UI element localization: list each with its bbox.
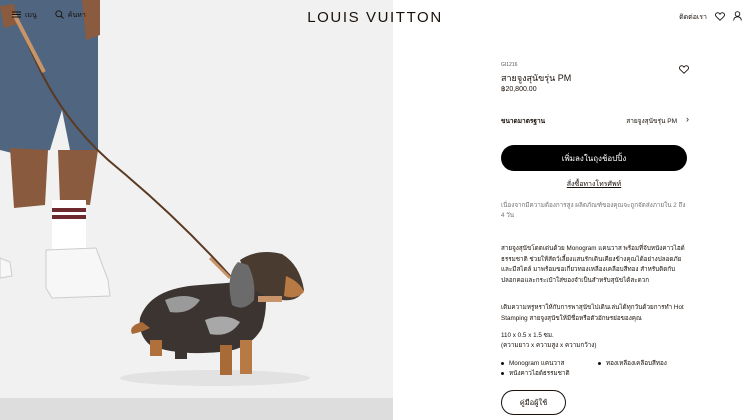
product-price: ฿20,800.00 <box>501 86 537 93</box>
list-item: Monogram แคนวาส <box>501 358 564 368</box>
heart-icon[interactable] <box>715 11 725 23</box>
add-to-bag-button[interactable]: เพิ่มลงในถุงช้อปปิ้ง <box>501 145 687 171</box>
product-sku: GI1216 <box>501 62 518 68</box>
user-icon[interactable] <box>733 11 742 23</box>
list-item: หนังคาวไฮด์ธรรมชาติ <box>501 368 570 378</box>
feature-text: ทองเหลืองเคลือบสีทอง <box>606 360 667 367</box>
feature-text: Monogram แคนวาส <box>509 360 565 367</box>
bullet-icon <box>501 361 504 365</box>
personalization-text: เติมความหรูหราให้กับการพาสุนัขไปเดินเล่น… <box>501 304 684 322</box>
wishlist-heart-icon[interactable] <box>679 61 689 74</box>
product-photo <box>0 0 393 420</box>
bullet-icon <box>501 371 504 375</box>
size-selector[interactable]: ขนาดมาตรฐาน สายจูงสุนัขรุ่น PM › <box>501 114 689 128</box>
feature-text: หนังคาวไฮด์ธรรมชาติ <box>509 370 570 377</box>
shipping-notice: เนื่องจากมีความต้องการสูง ผลิตภัณฑ์ของคุ… <box>501 202 686 219</box>
product-title: สายจูงสุนัขรุ่น PM <box>501 73 572 83</box>
product-details: GI1216 สายจูงสุนัขรุ่น PM ฿20,800.00 ขนา… <box>501 0 691 420</box>
bullet-icon <box>598 361 601 365</box>
product-image <box>0 0 393 420</box>
size-label: ขนาดมาตรฐาน <box>501 118 546 125</box>
chevron-right-icon: › <box>686 114 689 124</box>
size-value: สายจูงสุนัขรุ่น PM <box>626 118 677 125</box>
order-by-phone-link[interactable]: สั่งซื้อทางโทรศัพท์ <box>501 179 687 190</box>
dimensions-value: 110 x 0.5 x 1.5 ซม. <box>501 332 554 339</box>
dimensions-note: (ความยาว x ความสูง x ความกว้าง) <box>501 342 597 349</box>
product-description: สายจูงสุนัขโดดเด่นด้วย Monogram แคนวาส พ… <box>501 245 685 284</box>
list-item: ทองเหลืองเคลือบสีทอง <box>598 358 667 368</box>
product-dimensions: 110 x 0.5 x 1.5 ซม. (ความยาว x ความสูง x… <box>501 331 596 351</box>
size-guide-button[interactable]: คู่มือผู้ใช้ <box>501 390 566 415</box>
